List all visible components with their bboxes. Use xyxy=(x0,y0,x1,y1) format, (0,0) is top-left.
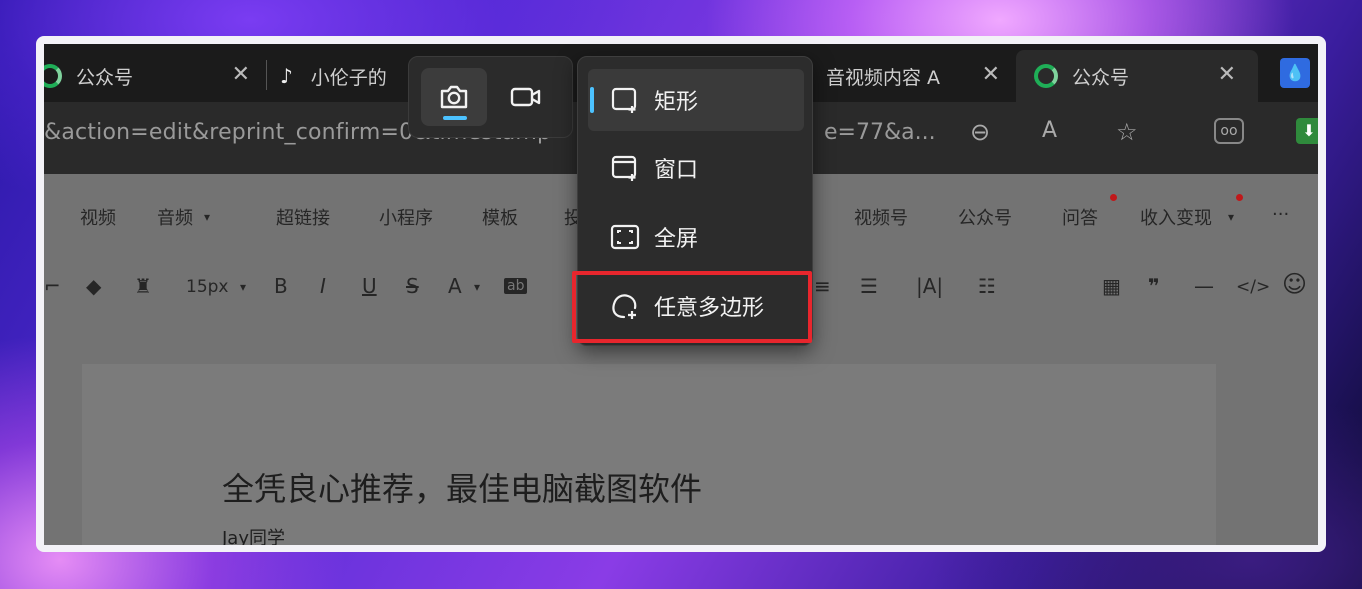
chevron-down-icon[interactable]: ▾ xyxy=(204,210,210,224)
font-color-button[interactable]: A xyxy=(448,274,462,298)
wechat-icon xyxy=(1034,64,1058,88)
list-icon[interactable]: ☷ xyxy=(978,274,996,298)
tab-label: 公众号 xyxy=(1072,66,1130,89)
notification-dot xyxy=(1236,194,1243,201)
menu-monetize[interactable]: 收入变现 xyxy=(1140,204,1212,230)
emoji-icon[interactable]: ☺ xyxy=(1282,270,1307,298)
rectangle-snip-icon xyxy=(610,85,640,115)
indent-icon[interactable]: ☰ xyxy=(860,274,878,298)
article-author[interactable]: Jay同学 xyxy=(222,524,285,545)
tab-label: 音视频内容 A xyxy=(826,66,941,89)
camera-icon xyxy=(440,85,468,109)
tab-wechat-1[interactable]: 公众号 ✕ xyxy=(44,50,264,102)
tab-av-content[interactable]: 音视频内容 A ✕ xyxy=(814,50,1014,102)
tab-label: 公众号 xyxy=(76,66,134,89)
font-size-select[interactable]: 15px xyxy=(186,277,228,297)
underline-button[interactable]: U xyxy=(362,274,377,298)
snip-option-rectangle[interactable]: 矩形 xyxy=(588,69,804,131)
strikethrough-button[interactable]: S xyxy=(406,274,419,298)
menu-video[interactable]: 视频 xyxy=(80,204,116,230)
menu-qa[interactable]: 问答 xyxy=(1062,204,1098,230)
chevron-down-icon[interactable]: ▾ xyxy=(474,280,480,294)
close-icon[interactable]: ✕ xyxy=(1218,62,1236,87)
menu-audio[interactable]: 音频 xyxy=(157,204,193,230)
window-snip-icon xyxy=(610,153,640,183)
menu-channels[interactable]: 视频号 xyxy=(854,204,908,230)
align-icon[interactable]: ≡ xyxy=(814,274,831,298)
tiktok-icon: ♪ xyxy=(280,64,293,88)
snip-option-fullscreen[interactable]: 全屏 xyxy=(588,206,804,268)
read-aloud-icon[interactable]: A xyxy=(1042,118,1057,143)
wechat-icon xyxy=(44,64,62,88)
freeform-highlight-box xyxy=(572,271,812,343)
article-canvas xyxy=(82,364,1216,545)
close-icon[interactable]: ✕ xyxy=(232,62,250,87)
menu-hyperlink[interactable]: 超链接 xyxy=(276,204,330,230)
tab-douyin[interactable]: ♪ 小伦子的 xyxy=(280,50,420,102)
tab-label: 小伦子的 xyxy=(310,66,387,89)
favorite-star-icon[interactable]: ☆ xyxy=(1116,118,1138,146)
fullscreen-snip-icon xyxy=(610,222,640,252)
selected-indicator xyxy=(590,87,594,113)
close-icon[interactable]: ✕ xyxy=(982,62,1000,87)
download-icon[interactable]: ⬇ xyxy=(1296,118,1318,144)
snip-option-window[interactable]: 窗口 xyxy=(588,137,804,199)
code-icon[interactable]: </> xyxy=(1236,277,1270,297)
zoom-icon[interactable]: ⊖ xyxy=(970,118,990,146)
table-icon[interactable]: ▦ xyxy=(1102,274,1121,298)
snip-option-label: 全屏 xyxy=(654,227,699,252)
letter-spacing-icon[interactable]: |A| xyxy=(916,274,943,298)
chevron-down-icon[interactable]: ▾ xyxy=(240,280,246,294)
tab-wechat-active[interactable]: 公众号 ✕ xyxy=(1016,50,1258,102)
tab-separator xyxy=(266,60,267,90)
article-title[interactable]: 全凭良心推荐，最佳电脑截图软件 xyxy=(222,464,702,510)
snip-mode-bar xyxy=(408,56,573,138)
divider-icon[interactable]: — xyxy=(1194,274,1214,298)
active-indicator xyxy=(443,116,467,120)
snip-option-label: 窗口 xyxy=(654,158,699,183)
notification-dot xyxy=(1110,194,1117,201)
highlight-color-button[interactable]: ab xyxy=(504,278,528,294)
screenshot-mode-button[interactable] xyxy=(421,68,487,126)
snip-option-label: 矩形 xyxy=(654,90,699,115)
url-text-right: e=77&a... xyxy=(824,120,936,145)
undo-icon[interactable]: ⌐ xyxy=(44,274,61,298)
more-menu[interactable]: ··· xyxy=(1272,204,1289,225)
menu-official-account[interactable]: 公众号 xyxy=(958,204,1012,230)
chevron-down-icon[interactable]: ▾ xyxy=(1228,210,1234,224)
format-brush-icon[interactable]: ♜ xyxy=(134,274,152,298)
menu-miniprogram[interactable]: 小程序 xyxy=(379,204,433,230)
italic-button[interactable]: I xyxy=(320,274,326,298)
reader-icon[interactable]: oo xyxy=(1214,118,1244,144)
tag-icon[interactable]: ◆ xyxy=(86,274,101,298)
video-camera-icon xyxy=(510,87,541,107)
bold-button[interactable]: B xyxy=(274,274,288,298)
menu-template[interactable]: 模板 xyxy=(482,204,518,230)
extension-drop-icon[interactable]: 💧 xyxy=(1280,58,1310,88)
video-mode-button[interactable] xyxy=(493,68,559,126)
quote-icon[interactable]: ❞ xyxy=(1148,274,1160,298)
